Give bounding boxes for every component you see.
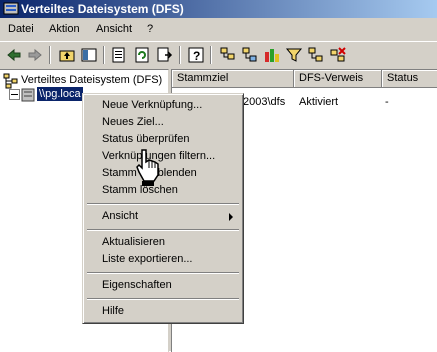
delete-icon[interactable]: [329, 46, 347, 64]
up-folder-icon[interactable]: [58, 46, 76, 64]
new-root-icon[interactable]: [219, 46, 237, 64]
mmc-window: Verteiltes Dateisystem (DFS) Datei Aktio…: [0, 0, 437, 352]
back-icon[interactable]: [5, 46, 23, 64]
hand-cursor-icon: [136, 148, 162, 186]
menu-datei[interactable]: Datei: [7, 23, 35, 35]
menu-item-aktualisieren[interactable]: Aktualisieren: [85, 234, 241, 251]
submenu-arrow-icon: [229, 213, 233, 221]
toolbar-separator: [210, 46, 212, 64]
menu-item-stamm-ausblenden[interactable]: Stamm ausblenden: [85, 165, 241, 182]
window-title: Verteiltes Dateisystem (DFS): [21, 2, 184, 16]
cell-status: -: [385, 96, 389, 108]
menu-item-eigenschaften[interactable]: Eigenschaften: [85, 277, 241, 294]
menu-item-ansicht[interactable]: Ansicht: [85, 208, 241, 225]
menu-item-status-ueberpruefen[interactable]: Status überprüfen: [85, 131, 241, 148]
forward-icon[interactable]: [26, 46, 44, 64]
menu-item-liste-exportieren[interactable]: Liste exportieren...: [85, 251, 241, 268]
export-list-icon[interactable]: [156, 46, 174, 64]
menu-item-hilfe[interactable]: Hilfe: [85, 303, 241, 320]
column-header-dfs-verweis[interactable]: DFS-Verweis: [294, 70, 382, 88]
menu-aktion[interactable]: Aktion: [48, 23, 81, 35]
cell-stammziel: 2003\dfs: [243, 96, 286, 108]
show-hide-tree-icon[interactable]: [80, 46, 98, 64]
new-link-icon[interactable]: [241, 46, 259, 64]
menu-item-stamm-loeschen[interactable]: Stamm löschen: [85, 182, 241, 199]
tree-root-label[interactable]: Verteiltes Dateisystem (DFS): [21, 74, 162, 86]
menu-separator: [87, 272, 239, 274]
add-target-icon[interactable]: [307, 46, 325, 64]
properties-icon[interactable]: [110, 46, 128, 64]
menu-bar: Datei Aktion Ansicht ?: [0, 20, 437, 40]
menu-separator: [87, 229, 239, 231]
menu-ansicht[interactable]: Ansicht: [95, 23, 133, 35]
column-header-stammziel[interactable]: Stammziel: [172, 70, 294, 88]
menu-help[interactable]: ?: [146, 23, 154, 35]
menu-item-verknuepfungen-filtern[interactable]: Verknüpfungen filtern...: [85, 148, 241, 165]
context-menu: Neue Verknüpfung... Neues Ziel... Status…: [82, 93, 244, 324]
collapse-toggle-icon[interactable]: [9, 89, 20, 100]
cell-dfs-verweis: Aktiviert: [299, 96, 339, 108]
toolbar-separator: [179, 46, 181, 64]
dfs-root-icon: [3, 73, 19, 89]
menu-separator: [87, 298, 239, 300]
menu-item-neues-ziel[interactable]: Neues Ziel...: [85, 114, 241, 131]
toolbar-separator: [103, 46, 105, 64]
status-icon[interactable]: [263, 46, 281, 64]
dfs-root-server-icon: [20, 87, 36, 103]
help-icon[interactable]: ?: [187, 46, 205, 64]
filter-icon[interactable]: [285, 46, 303, 64]
menu-item-neue-verknuepfung[interactable]: Neue Verknüpfung...: [85, 97, 241, 114]
svg-text:?: ?: [193, 49, 200, 63]
column-header-status[interactable]: Status: [382, 70, 437, 88]
toolbar: ?: [0, 41, 437, 68]
toolbar-separator: [49, 46, 51, 64]
title-bar[interactable]: Verteiltes Dateisystem (DFS): [0, 0, 437, 18]
dfs-app-icon: [3, 1, 19, 17]
refresh-icon[interactable]: [133, 46, 151, 64]
tree-item-root-share[interactable]: \\pg.loca: [37, 87, 83, 101]
menu-separator: [87, 203, 239, 205]
